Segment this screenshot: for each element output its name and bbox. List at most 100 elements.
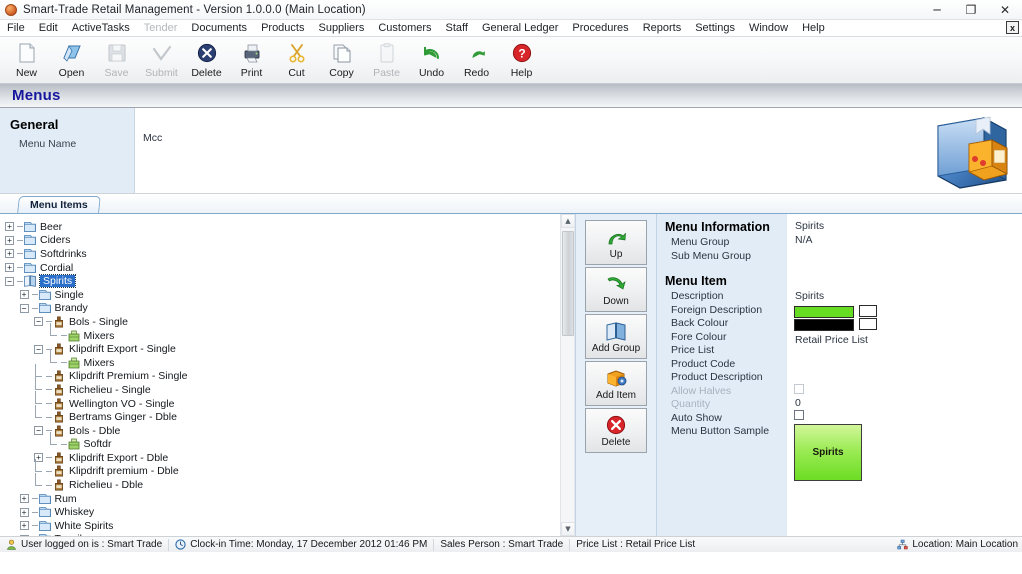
menu-suppliers[interactable]: Suppliers bbox=[311, 20, 371, 36]
mdi-child-close-button[interactable]: x bbox=[1006, 21, 1019, 34]
menu-edit[interactable]: Edit bbox=[32, 20, 65, 36]
expand-toggle-icon[interactable]: + bbox=[19, 519, 32, 532]
expand-toggle-icon[interactable]: + bbox=[4, 247, 17, 260]
expand-toggle-icon[interactable]: + bbox=[4, 220, 17, 233]
undo-arrow-icon bbox=[421, 42, 443, 64]
delete-button[interactable]: Delete bbox=[585, 408, 647, 453]
tree-node[interactable]: Mixers bbox=[4, 329, 574, 343]
collapse-toggle-icon[interactable]: − bbox=[33, 343, 46, 356]
close-button[interactable]: ✕ bbox=[988, 0, 1022, 20]
menu-information-panel: Menu Information Menu Group Sub Menu Gro… bbox=[657, 214, 1022, 536]
tree-node[interactable]: Softdr bbox=[4, 438, 574, 452]
tree-node[interactable]: +White Spirits bbox=[4, 519, 574, 533]
scroll-up-arrow-icon[interactable]: ▲ bbox=[561, 214, 575, 228]
status-location-text: Location: Main Location bbox=[912, 539, 1018, 550]
add-group-button[interactable]: Add Group bbox=[585, 314, 647, 359]
menu-procedures[interactable]: Procedures bbox=[565, 20, 635, 36]
menu-window[interactable]: Window bbox=[742, 20, 795, 36]
collapse-toggle-icon[interactable]: − bbox=[4, 275, 17, 288]
menu-settings[interactable]: Settings bbox=[688, 20, 742, 36]
menu-button-sample-label: Spirits bbox=[812, 447, 843, 458]
menu-file[interactable]: File bbox=[0, 20, 32, 36]
scroll-down-arrow-icon[interactable]: ▼ bbox=[561, 522, 575, 536]
menu-name-label: Menu Name bbox=[19, 138, 134, 150]
expand-toggle-icon[interactable]: + bbox=[4, 261, 17, 274]
crate-icon bbox=[67, 330, 81, 342]
status-clock-in-text: Clock-in Time: Monday, 17 December 2012 … bbox=[190, 539, 427, 550]
expand-toggle-icon[interactable]: + bbox=[4, 234, 17, 247]
minimize-button[interactable]: ─ bbox=[920, 0, 954, 20]
crate-icon bbox=[67, 438, 81, 450]
back-colour-picker-button[interactable] bbox=[859, 305, 877, 317]
tree-node[interactable]: Wellington VO - Single bbox=[4, 397, 574, 411]
down-button[interactable]: Down bbox=[585, 267, 647, 312]
fore-colour-picker-button[interactable] bbox=[859, 318, 877, 330]
menu-reports[interactable]: Reports bbox=[636, 20, 689, 36]
toolbar-delete-button[interactable]: Delete bbox=[184, 39, 229, 83]
tree-node[interactable]: −Klipdrift Export - Single bbox=[4, 342, 574, 356]
value-description[interactable]: Spirits bbox=[795, 290, 824, 302]
menu-general-ledger[interactable]: General Ledger bbox=[475, 20, 565, 36]
tree-node[interactable]: Klipdrift premium - Dble bbox=[4, 465, 574, 479]
menu-products[interactable]: Products bbox=[254, 20, 311, 36]
tab-menu-items[interactable]: Menu Items bbox=[17, 196, 101, 213]
toolbar-help-button[interactable]: ?Help bbox=[499, 39, 544, 83]
menu-activetasks[interactable]: ActiveTasks bbox=[65, 20, 137, 36]
toolbar-undo-button[interactable]: Undo bbox=[409, 39, 454, 83]
tree-node[interactable]: +Klipdrift Export - Dble bbox=[4, 451, 574, 465]
tree-node[interactable]: Mixers bbox=[4, 356, 574, 370]
tree-node[interactable]: +Rum bbox=[4, 492, 574, 506]
tree-node[interactable]: Bertrams Ginger - Dble bbox=[4, 410, 574, 424]
collapse-toggle-icon[interactable]: − bbox=[33, 424, 46, 437]
window-title: Smart-Trade Retail Management - Version … bbox=[23, 4, 366, 16]
status-sales-person-text: Sales Person : Smart Trade bbox=[440, 539, 563, 550]
side-button-label: Down bbox=[603, 296, 629, 307]
toolbar-redo-button[interactable]: Redo bbox=[454, 39, 499, 83]
tree-node[interactable]: +Ciders bbox=[4, 234, 574, 248]
tree-node[interactable]: +Softdrinks bbox=[4, 247, 574, 261]
tree-node[interactable]: +Cordial bbox=[4, 261, 574, 275]
expand-toggle-icon[interactable]: + bbox=[19, 492, 32, 505]
fore-colour-swatch[interactable] bbox=[794, 319, 854, 331]
toolbar-new-button[interactable]: New bbox=[4, 39, 49, 83]
up-button[interactable]: Up bbox=[585, 220, 647, 265]
auto-show-checkbox[interactable] bbox=[794, 410, 804, 420]
tree-node[interactable]: −Brandy bbox=[4, 302, 574, 316]
toolbar-button-label: Redo bbox=[464, 67, 489, 79]
book-icon bbox=[23, 275, 37, 287]
expand-toggle-icon[interactable]: + bbox=[19, 506, 32, 519]
tree-node[interactable]: −Spirits bbox=[4, 274, 574, 288]
menu-name-value[interactable]: Mcc bbox=[143, 132, 162, 144]
back-colour-swatch[interactable] bbox=[794, 306, 854, 318]
toolbar-copy-button[interactable]: Copy bbox=[319, 39, 364, 83]
menu-staff[interactable]: Staff bbox=[439, 20, 475, 36]
maximize-button[interactable]: ❐ bbox=[954, 0, 988, 20]
redo-arrow-icon bbox=[466, 42, 488, 64]
tree-node[interactable]: +Whiskey bbox=[4, 505, 574, 519]
tree-node[interactable]: Richelieu - Single bbox=[4, 383, 574, 397]
value-price-list[interactable]: Retail Price List bbox=[795, 334, 868, 346]
menu-button-sample[interactable]: Spirits bbox=[794, 424, 862, 481]
tree-node[interactable]: −Bols - Single bbox=[4, 315, 574, 329]
tree-node[interactable]: Klipdrift Premium - Single bbox=[4, 370, 574, 384]
tree-node[interactable]: +Single bbox=[4, 288, 574, 302]
toolbar-button-label: Copy bbox=[329, 67, 354, 79]
tree-node-label: Beer bbox=[40, 221, 62, 233]
toolbar-print-button[interactable]: Print bbox=[229, 39, 274, 83]
menu-customers[interactable]: Customers bbox=[371, 20, 438, 36]
tree-node[interactable]: −Bols - Dble bbox=[4, 424, 574, 438]
expand-toggle-icon[interactable]: + bbox=[19, 288, 32, 301]
tree-node[interactable]: + Beer bbox=[4, 220, 574, 234]
scrollbar-thumb[interactable] bbox=[562, 231, 574, 336]
add-item-button[interactable]: Add Item bbox=[585, 361, 647, 406]
tree-node-label: Mixers bbox=[84, 357, 115, 369]
toolbar-open-button[interactable]: Open bbox=[49, 39, 94, 83]
menu-help[interactable]: Help bbox=[795, 20, 832, 36]
toolbar-cut-button[interactable]: Cut bbox=[274, 39, 319, 83]
tree-vertical-scrollbar[interactable]: ▲ ▼ bbox=[560, 214, 574, 536]
collapse-toggle-icon[interactable]: − bbox=[19, 302, 32, 315]
tree-node-label: Wellington VO - Single bbox=[69, 398, 174, 410]
collapse-toggle-icon[interactable]: − bbox=[33, 315, 46, 328]
tree-node[interactable]: Richelieu - Dble bbox=[4, 478, 574, 492]
menu-documents[interactable]: Documents bbox=[184, 20, 254, 36]
